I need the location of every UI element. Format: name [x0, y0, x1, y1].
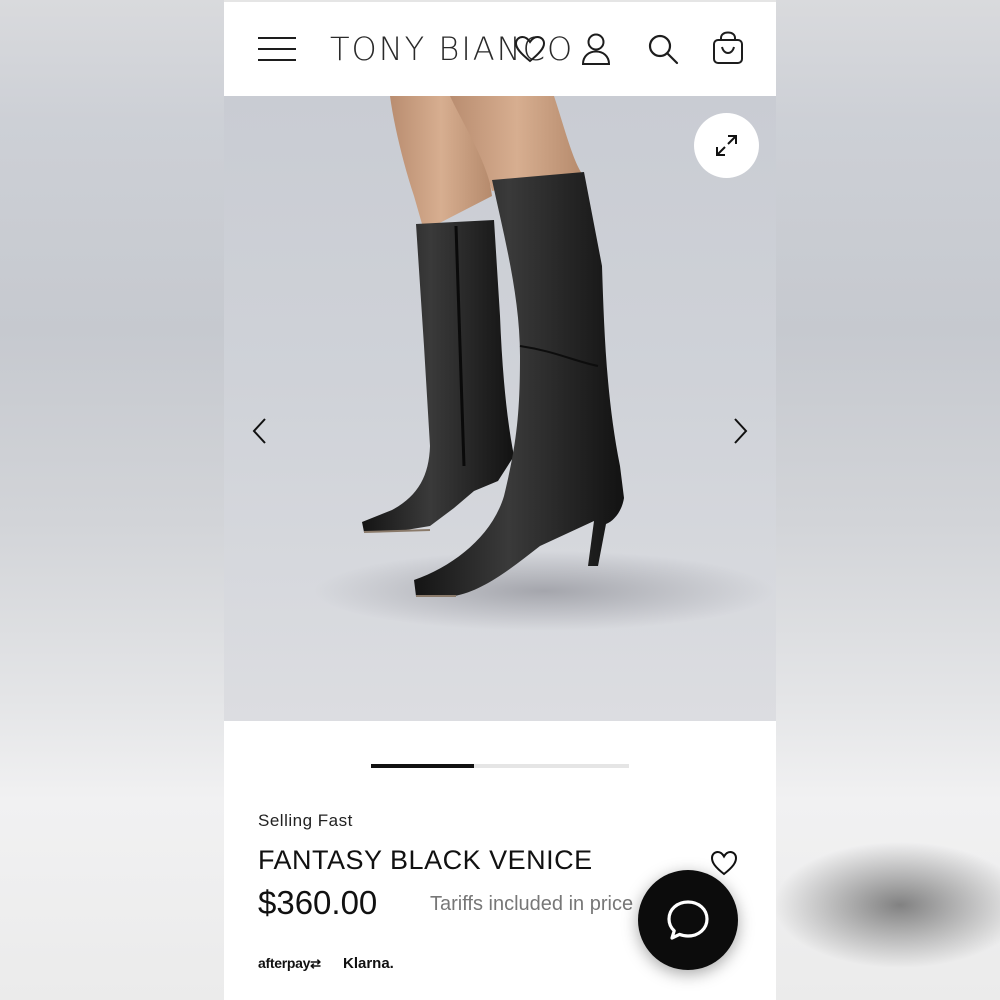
menu-icon[interactable] [258, 37, 296, 61]
chevron-right-icon[interactable] [728, 416, 752, 446]
live-chat-button[interactable] [638, 870, 738, 970]
mobile-page: TONY BIANCO Selling Fast FANTASY BLACK V… [224, 0, 776, 1000]
chevron-left-icon[interactable] [248, 416, 272, 446]
site-header: TONY BIANCO [224, 0, 776, 96]
afterpay-arrow-icon: ⇄ [310, 956, 321, 971]
tariff-note: Tariffs included in price [430, 893, 634, 915]
heart-icon[interactable] [514, 35, 546, 63]
gallery-progress-indicator [371, 764, 475, 768]
afterpay-logo: afterpay⇄ [258, 955, 321, 972]
afterpay-label: afterpay [258, 955, 311, 971]
bag-icon[interactable] [712, 31, 744, 65]
account-icon[interactable] [580, 32, 612, 66]
product-price: $360.00 [258, 884, 378, 921]
selling-fast-badge: Selling Fast [258, 811, 353, 830]
search-icon[interactable] [647, 33, 679, 65]
add-to-wishlist-heart-icon[interactable] [710, 850, 738, 876]
expand-image-button[interactable] [694, 113, 759, 178]
chat-bubble-icon [667, 900, 709, 940]
product-image-gallery[interactable] [224, 96, 776, 721]
gallery-progress-bar [371, 764, 629, 768]
expand-icon [716, 135, 737, 156]
boots-photo [314, 96, 774, 631]
klarna-logo: Klarna. [343, 955, 394, 972]
product-title: FANTASY BLACK VENICE [258, 845, 593, 875]
